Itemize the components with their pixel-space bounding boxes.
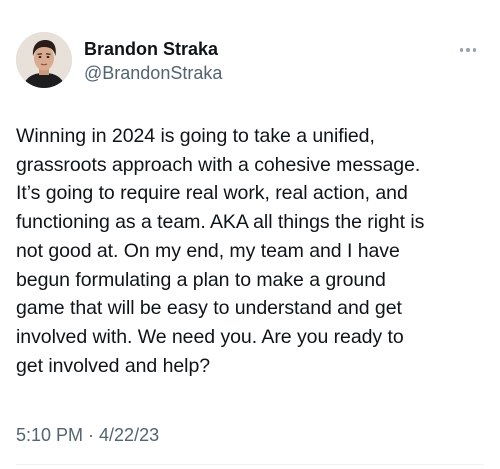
tweet-text: Winning in 2024 is going to take a unifi… [16, 125, 425, 377]
tweet-card: Brandon Straka @BrandonStraka Winning in… [0, 0, 500, 469]
tweet-timestamp[interactable]: 5:10 PM · 4/22/23 [16, 424, 159, 446]
more-dot [459, 48, 464, 52]
tweet-header: Brandon Straka @BrandonStraka [16, 32, 484, 90]
divider [16, 464, 484, 465]
user-names: Brandon Straka @BrandonStraka [84, 38, 222, 84]
more-horizontal-icon[interactable] [454, 40, 482, 60]
display-name[interactable]: Brandon Straka [84, 38, 222, 60]
avatar[interactable] [16, 32, 72, 88]
more-dot [472, 48, 477, 52]
user-handle[interactable]: @BrandonStraka [84, 62, 222, 84]
avatar-image [16, 32, 72, 88]
more-dot [466, 48, 470, 52]
